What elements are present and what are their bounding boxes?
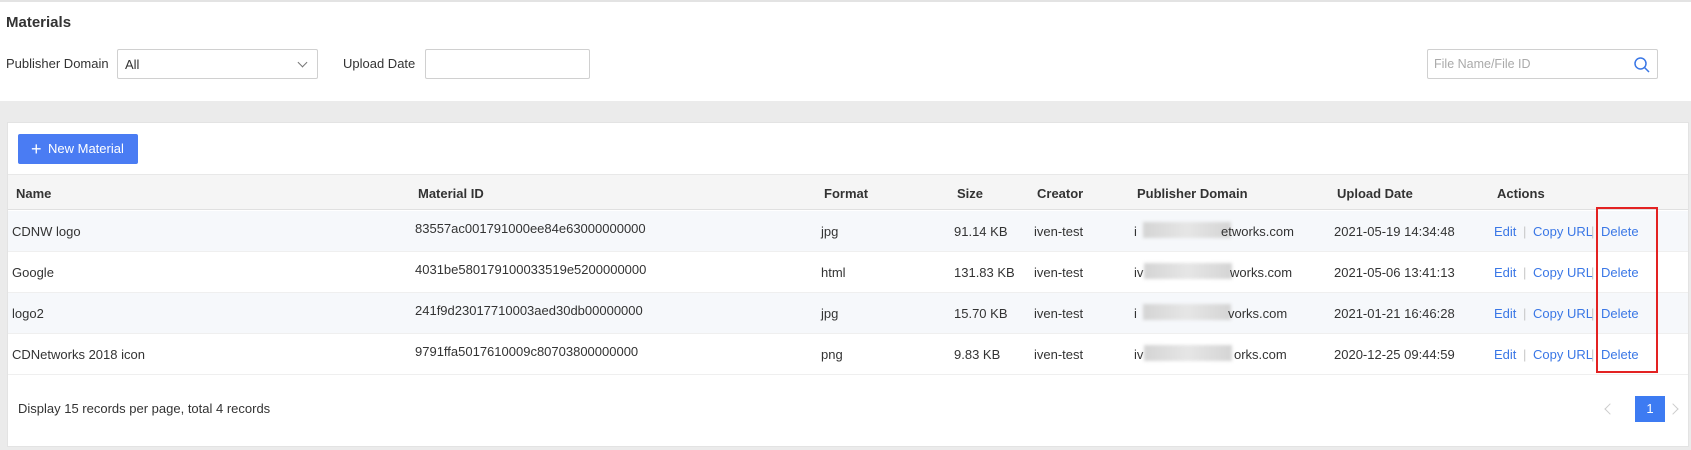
chevron-left-icon[interactable] [1604, 403, 1616, 415]
material-creator: iven-test [1034, 224, 1084, 239]
redacted-domain [1143, 222, 1231, 238]
upload-date: 2021-05-19 14:34:48 [1334, 224, 1455, 239]
material-format: html [821, 265, 846, 280]
search-input[interactable]: File Name/File ID [1427, 49, 1658, 79]
material-id: 241f9d23017710003aed30db00000000 [415, 303, 643, 318]
material-size: 91.14 KB [954, 224, 1008, 239]
material-size: 15.70 KB [954, 306, 1008, 321]
domain-suffix: etworks.com [1221, 224, 1294, 239]
redacted-domain [1144, 345, 1232, 361]
new-material-label: New Material [48, 141, 124, 156]
search-placeholder: File Name/File ID [1434, 57, 1531, 71]
new-material-button[interactable]: + New Material [18, 134, 138, 164]
publisher-domain-label: Publisher Domain [6, 56, 109, 71]
material-creator: iven-test [1034, 306, 1084, 321]
pagination-page-1[interactable]: 1 [1635, 396, 1665, 422]
plus-icon: + [31, 139, 42, 159]
copy-url-link[interactable]: Copy URL [1533, 224, 1593, 239]
delete-column-highlight [1596, 207, 1658, 373]
table-row: logo2 241f9d23017710003aed30db00000000 j… [8, 293, 1688, 334]
redacted-domain [1144, 263, 1232, 279]
material-id: 4031be580179100033519e5200000000 [415, 262, 647, 277]
records-summary: Display 15 records per page, total 4 rec… [18, 401, 271, 416]
material-name: logo2 [12, 306, 44, 321]
chevron-right-icon[interactable] [1667, 403, 1679, 415]
table-header: Name Material ID Format Size Creator Pub… [8, 174, 1688, 210]
copy-url-link[interactable]: Copy URL [1533, 347, 1593, 362]
edit-link[interactable]: Edit [1494, 306, 1516, 321]
column-header-creator[interactable]: Creator [1037, 186, 1083, 201]
domain-suffix: vorks.com [1228, 306, 1288, 321]
action-separator: | [1523, 347, 1527, 362]
column-header-material-id[interactable]: Material ID [418, 186, 484, 201]
upload-date-label: Upload Date [343, 56, 416, 71]
action-separator: | [1523, 224, 1527, 239]
edit-link[interactable]: Edit [1494, 224, 1516, 239]
domain-prefix: i [1134, 224, 1137, 239]
material-format: png [821, 347, 843, 362]
action-separator: | [1523, 306, 1527, 321]
action-separator: | [1591, 265, 1595, 280]
domain-suffix: works.com [1230, 265, 1293, 280]
action-separator: | [1591, 306, 1595, 321]
domain-prefix: iv [1134, 265, 1144, 280]
action-separator: | [1591, 224, 1595, 239]
material-format: jpg [821, 224, 839, 239]
domain-prefix: i [1134, 306, 1137, 321]
table-row: CDNW logo 83557ac001791000ee84e630000000… [8, 211, 1688, 252]
material-size: 131.83 KB [954, 265, 1015, 280]
search-icon[interactable] [1633, 56, 1651, 74]
copy-url-link[interactable]: Copy URL [1533, 265, 1593, 280]
table-row: Google 4031be580179100033519e5200000000 … [8, 252, 1688, 293]
chevron-down-icon [297, 57, 308, 68]
publisher-domain-value: All [125, 57, 140, 72]
redacted-domain [1143, 304, 1231, 320]
edit-link[interactable]: Edit [1494, 265, 1516, 280]
material-creator: iven-test [1034, 347, 1084, 362]
material-name: Google [12, 265, 54, 280]
material-id: 83557ac001791000ee84e63000000000 [415, 221, 646, 236]
domain-suffix: orks.com [1234, 347, 1287, 362]
material-format: jpg [821, 306, 839, 321]
domain-prefix: iv [1134, 347, 1144, 362]
upload-date: 2020-12-25 09:44:59 [1334, 347, 1455, 362]
copy-url-link[interactable]: Copy URL [1533, 306, 1593, 321]
publisher-domain-select[interactable]: All [117, 49, 318, 79]
column-header-format[interactable]: Format [824, 186, 868, 201]
material-size: 9.83 KB [954, 347, 1001, 362]
upload-date: 2021-05-06 13:41:13 [1334, 265, 1455, 280]
edit-link[interactable]: Edit [1494, 347, 1516, 362]
material-name: CDNetworks 2018 icon [12, 347, 145, 362]
column-header-size[interactable]: Size [957, 186, 983, 201]
table-row: CDNetworks 2018 icon 9791ffa5017610009c8… [8, 334, 1688, 375]
action-separator: | [1523, 265, 1527, 280]
upload-date: 2021-01-21 16:46:28 [1334, 306, 1455, 321]
column-header-publisher-domain[interactable]: Publisher Domain [1137, 186, 1248, 201]
filter-bar: Materials Publisher Domain All Upload Da… [0, 0, 1691, 101]
column-header-actions: Actions [1497, 186, 1545, 201]
upload-date-input[interactable] [425, 49, 590, 79]
page-title: Materials [6, 14, 72, 31]
material-name: CDNW logo [12, 224, 81, 239]
column-header-upload-date[interactable]: Upload Date [1337, 186, 1413, 201]
material-creator: iven-test [1034, 265, 1084, 280]
action-separator: | [1591, 347, 1595, 362]
material-id: 9791ffa5017610009c80703800000000 [415, 344, 639, 359]
materials-panel: + New Material Name Material ID Format S… [7, 122, 1689, 447]
column-header-name[interactable]: Name [16, 186, 51, 201]
